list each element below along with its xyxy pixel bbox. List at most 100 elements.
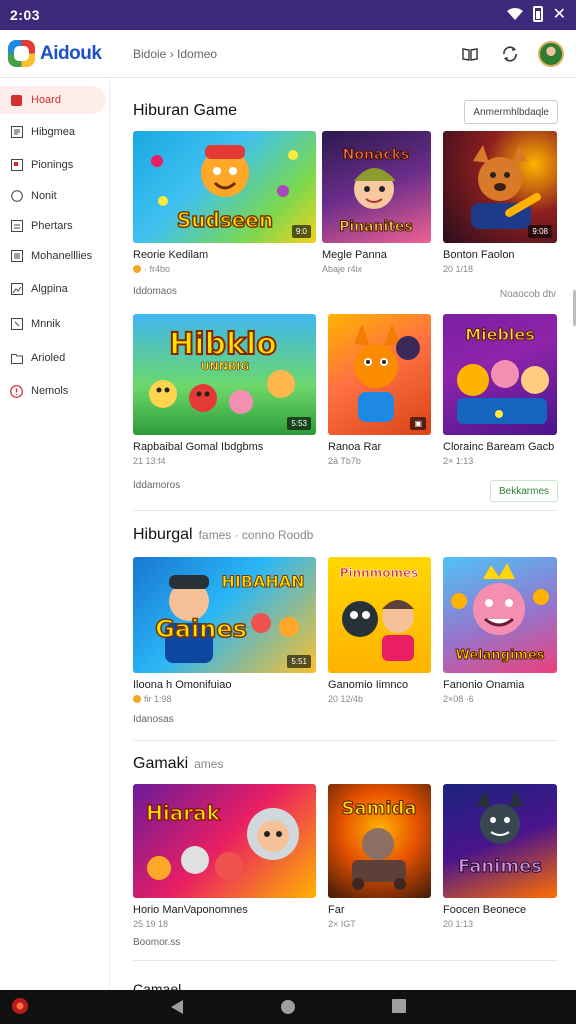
sidebar-item-mnnik[interactable]: Mnnik xyxy=(0,310,106,338)
game-meta: Abaje r4ix xyxy=(322,264,363,274)
avatar[interactable] xyxy=(538,41,564,67)
game-thumbnail: ▣ xyxy=(328,314,431,435)
sidebar-item-label: Mnnik xyxy=(31,318,61,330)
sidebar-item-label: Hoard xyxy=(31,94,61,106)
status-bar: 2:03 ✕ xyxy=(0,0,576,30)
game-card[interactable]: 9:08 Bonton Faolon 20 1/18 xyxy=(443,131,557,274)
section-title: Hiburgal fames · conno Roodb xyxy=(133,526,313,544)
svg-text:HIBAHAN: HIBAHAN xyxy=(221,572,304,591)
sidebar-item-arioled[interactable]: Arioled xyxy=(0,344,106,372)
game-art-title: Welangimes xyxy=(455,648,544,663)
game-card[interactable]: Sudseen 9:0 Reorie Kedilam · fr4bo xyxy=(133,131,316,274)
game-meta: 20 1:13 xyxy=(443,919,474,929)
game-card[interactable]: Pinnmomes Ganomio Iimnco 20 12/4b xyxy=(328,557,431,704)
game-card[interactable]: Samida Far 2× IGT xyxy=(328,784,431,929)
row-meta: Boomor.ss xyxy=(133,937,181,948)
refresh-icon[interactable] xyxy=(498,42,522,66)
book-icon[interactable] xyxy=(458,42,482,66)
game-art-title: Hiarak xyxy=(146,801,220,825)
game-art-image: Welangimes xyxy=(451,563,549,664)
game-card[interactable]: Hibklo UNNBIG 5:53 Rapbaibal Gomal Ibdgb… xyxy=(133,314,316,466)
game-card[interactable]: Miebles Clorainc Baream Gacb 2× 1:13 xyxy=(443,314,557,466)
game-title: Reorie Kedilam xyxy=(133,249,209,261)
game-card[interactable]: Hiarak Horio ManVaponomnes 25 19 18 xyxy=(133,784,316,929)
wifi-icon xyxy=(506,8,523,20)
sidebar-item-mohanelllies[interactable]: Mohanelllies xyxy=(0,242,106,270)
sidebar-item-nemols[interactable]: Nemols xyxy=(0,377,106,405)
sidebar-item-nonit[interactable]: Nonit xyxy=(0,182,106,210)
sidebar-item-home[interactable]: Hoard xyxy=(0,86,106,114)
sidebar-item-label: Algpina xyxy=(31,283,68,295)
game-meta: 20 12/4b xyxy=(328,694,364,704)
game-thumbnail: Samida xyxy=(328,784,431,898)
game-meta: 2ā Tb7b xyxy=(328,456,361,466)
duration-badge: 9:08 xyxy=(528,225,552,238)
more-link[interactable]: Noaocob dtv xyxy=(500,289,556,300)
app-bar: Aidouk Bidoie › Idomeo xyxy=(0,30,576,78)
duration-badge: ▣ xyxy=(410,417,426,430)
game-card[interactable]: Fanimes Foocen Beonece 20 1:13 xyxy=(443,784,557,929)
section-title: Hiburan Game xyxy=(133,102,237,120)
game-thumbnail: Fanimes xyxy=(443,784,557,898)
game-art-image: Nonacks Pinanites xyxy=(339,147,414,236)
game-art-image: Fanimes xyxy=(457,790,543,878)
game-card[interactable]: Welangimes Fanonio Onamia 2×08 ·6 xyxy=(443,557,557,704)
sidebar-item-label: Mohanelllies xyxy=(31,250,93,262)
info-icon xyxy=(10,384,23,398)
breadcrumb[interactable]: Bidoie › Idomeo xyxy=(133,47,217,61)
game-art-image: Pinnmomes xyxy=(339,566,419,661)
main-content[interactable]: Hiburan Game Anmermhlbdaqle Sudseen 9:0 … xyxy=(110,78,576,990)
game-thumbnail: Pinnmomes xyxy=(328,557,431,673)
game-meta: 20 1/18 xyxy=(443,264,474,274)
rating-dot-icon xyxy=(133,265,141,273)
sidebar: Hoard Hibgmea Pionings Nonit Phertars Mo… xyxy=(0,78,110,990)
game-art-title: Pinnmomes xyxy=(340,566,419,580)
sidebar-item-algpina[interactable]: Algpina xyxy=(0,275,106,303)
circle-icon xyxy=(10,190,23,203)
section-divider xyxy=(133,510,558,511)
recents-icon[interactable] xyxy=(392,999,406,1013)
svg-text:Nonacks: Nonacks xyxy=(343,147,410,163)
game-card[interactable]: Nonacks Pinanites Megle Panna Abaje r4ix xyxy=(322,131,431,274)
game-meta: 2× IGT xyxy=(328,919,356,929)
game-art-title: Samida xyxy=(341,798,416,819)
row-meta: Iddomaos xyxy=(133,286,177,297)
folder-icon xyxy=(10,352,23,365)
game-card[interactable]: HIBAHAN Gaines 5:51 Iloona h Omonifuiao … xyxy=(133,557,316,704)
square-icon xyxy=(10,318,23,331)
close-icon[interactable]: ✕ xyxy=(553,6,566,22)
grid-icon xyxy=(10,126,23,139)
app-logo-icon[interactable] xyxy=(8,40,35,67)
game-meta: · fr4bo xyxy=(144,264,171,274)
section-divider xyxy=(133,960,558,961)
sidebar-item-label: Nonit xyxy=(31,190,57,202)
game-title: Ranoa Rar xyxy=(328,441,382,453)
app-badge-icon[interactable] xyxy=(12,998,28,1014)
see-all-button[interactable]: Anmermhlbdaqle xyxy=(464,100,558,124)
list-icon xyxy=(10,220,23,233)
back-icon[interactable] xyxy=(170,999,184,1015)
section-title-text: Hiburan Game xyxy=(133,102,238,119)
image-icon xyxy=(10,283,23,296)
sidebar-item-pionings[interactable]: Pionings xyxy=(0,151,106,179)
home-button-icon[interactable] xyxy=(280,999,296,1015)
game-card[interactable]: ▣ Ranoa Rar 2ā Tb7b xyxy=(328,314,431,466)
sidebar-item-hibgmea[interactable]: Hibgmea xyxy=(0,118,106,146)
section-title: Gamaki ames xyxy=(133,755,223,773)
game-title: Iloona h Omonifuiao xyxy=(133,679,232,691)
game-thumbnail: Sudseen 9:0 xyxy=(133,131,316,243)
more-button[interactable]: Bekkarmes xyxy=(489,480,558,502)
game-art-title: Fanimes xyxy=(458,856,542,877)
game-meta: 2× 1:13 xyxy=(443,456,474,466)
game-art-title: Gaines xyxy=(155,615,247,643)
app-name: Aidouk xyxy=(40,43,102,64)
game-meta: 2×08 ·6 xyxy=(443,694,474,704)
game-thumbnail: Hiarak xyxy=(133,784,316,898)
row-meta: Idanosas xyxy=(133,714,174,725)
game-title: Far xyxy=(328,904,345,916)
duration-badge: 5:51 xyxy=(287,655,311,668)
home-icon xyxy=(10,94,23,107)
game-title: Foocen Beonece xyxy=(443,904,527,916)
game-art-image: Sudseen xyxy=(151,145,298,233)
sidebar-item-phertars[interactable]: Phertars xyxy=(0,212,106,240)
